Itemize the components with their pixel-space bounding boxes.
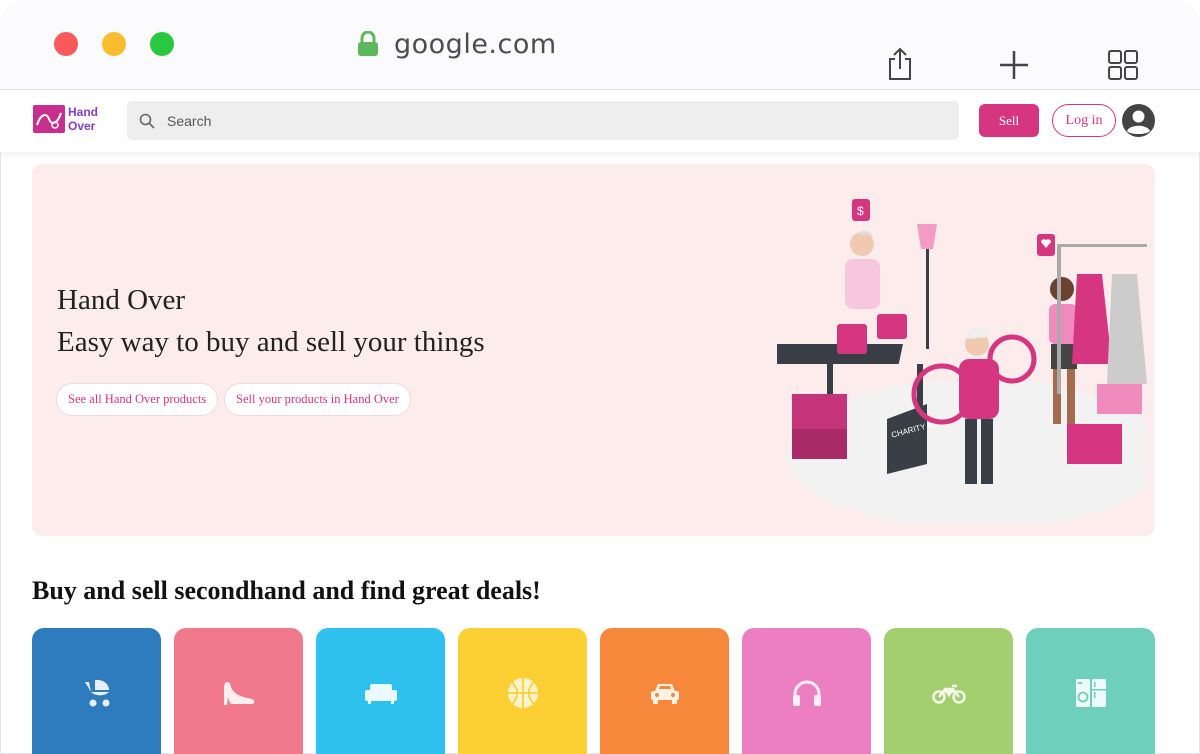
category-tile-appliances[interactable] bbox=[1026, 628, 1155, 754]
share-icon[interactable] bbox=[886, 47, 914, 81]
lock-icon bbox=[358, 31, 378, 56]
browser-window: google.com Hand Over Search Sell Log in … bbox=[0, 0, 1200, 754]
search-bar[interactable] bbox=[127, 101, 959, 140]
category-tile-sports[interactable] bbox=[458, 628, 587, 754]
maximize-window-button[interactable] bbox=[150, 32, 174, 56]
headphones-icon bbox=[792, 680, 821, 706]
sell-button[interactable]: Sell bbox=[979, 104, 1039, 137]
logo-text-line2: Over bbox=[68, 119, 96, 133]
close-window-button[interactable] bbox=[54, 32, 78, 56]
minimize-window-button[interactable] bbox=[102, 32, 126, 56]
basketball-icon bbox=[507, 678, 538, 708]
category-tile-electronics[interactable] bbox=[742, 628, 871, 754]
login-button[interactable]: Log in bbox=[1052, 104, 1116, 137]
high-heel-icon bbox=[223, 682, 254, 705]
category-tile-cars[interactable] bbox=[600, 628, 729, 754]
baby-carriage-icon bbox=[84, 679, 109, 707]
category-tile-motorcycles[interactable] bbox=[884, 628, 1013, 754]
browser-toolbar: google.com bbox=[0, 0, 1200, 90]
user-avatar-icon[interactable] bbox=[1122, 104, 1155, 137]
category-tile-shoes[interactable] bbox=[174, 628, 303, 754]
hero-banner: Hand Over Easy way to buy and sell your … bbox=[32, 164, 1155, 536]
sell-products-button[interactable]: Sell your products in Hand Over bbox=[224, 383, 411, 416]
svg-text:$: $ bbox=[857, 204, 864, 218]
car-icon bbox=[650, 684, 679, 704]
url-text: google.com bbox=[394, 28, 557, 60]
category-tile-baby[interactable] bbox=[32, 628, 161, 754]
address-bar[interactable]: google.com bbox=[356, 26, 557, 62]
logo-text-line1: Hand bbox=[68, 105, 98, 119]
category-grid bbox=[32, 628, 1155, 754]
charity-market-illustration: CHARITY MARKET $ bbox=[777, 199, 1147, 524]
section-title: Buy and sell secondhand and find great d… bbox=[32, 576, 541, 605]
search-input[interactable] bbox=[167, 112, 927, 129]
couch-icon bbox=[364, 684, 397, 704]
hero-title: Hand Over bbox=[57, 284, 186, 316]
site-logo[interactable]: Hand Over bbox=[33, 105, 98, 133]
search-icon bbox=[139, 113, 155, 129]
appliances-icon bbox=[1075, 679, 1106, 707]
hero-subtitle: Easy way to buy and sell your things bbox=[57, 326, 485, 358]
logo-mark-icon bbox=[33, 105, 65, 133]
see-all-products-button[interactable]: See all Hand Over products bbox=[56, 383, 219, 416]
category-tile-furniture[interactable] bbox=[316, 628, 445, 754]
tabs-overview-icon[interactable] bbox=[1107, 49, 1139, 81]
new-tab-icon[interactable] bbox=[998, 49, 1030, 81]
motorcycle-icon bbox=[931, 684, 966, 704]
